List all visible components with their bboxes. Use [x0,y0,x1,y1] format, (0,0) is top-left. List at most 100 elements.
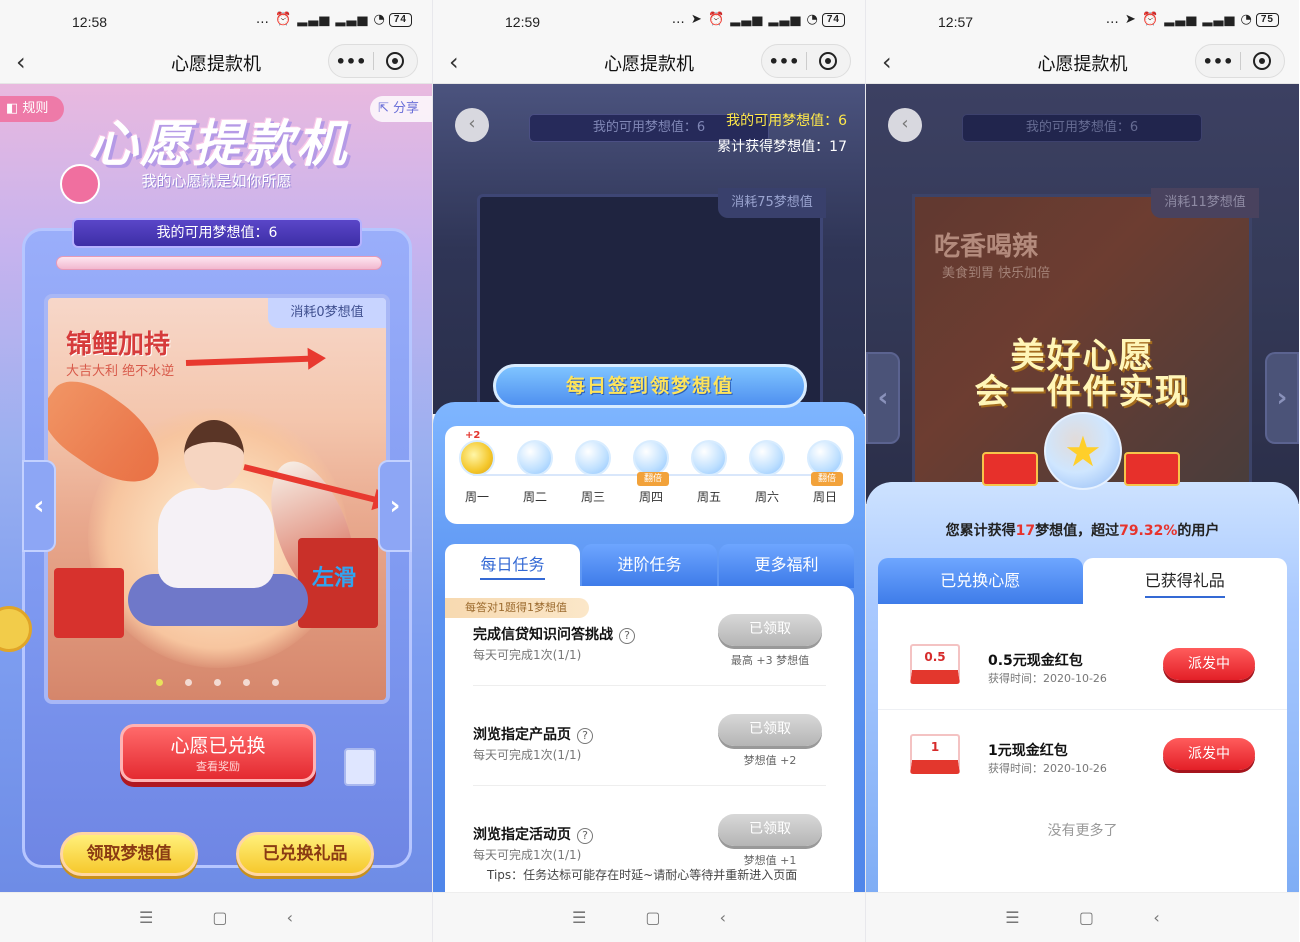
miniapp-capsule: ••• [1195,44,1285,78]
day-label: 周一 [464,490,489,504]
red-envelope-icon: 0.5 [910,644,960,684]
rules-button[interactable]: ◧ 规则 [0,96,64,122]
tab-advanced-tasks[interactable]: 进阶任务 [582,544,717,588]
cost-tag: 消耗0梦想值 [268,298,386,328]
total-dream-value: 累计获得梦想值：17 [717,139,847,155]
back-nav-icon[interactable]: ‹ [720,908,726,927]
back-nav-icon[interactable]: ‹ [287,908,293,927]
help-icon[interactable]: ? [577,728,593,744]
day-thursday: 翻倍 周四 [629,440,673,505]
wish-carousel[interactable]: 消耗0梦想值 锦鲤加持 大吉大利 绝不水逆 左滑 [44,294,390,704]
more-icon[interactable]: ••• [1196,52,1240,71]
envelope-amount: 0.5 [924,650,946,664]
carousel-next-button[interactable]: › [378,460,412,552]
red-envelope-icon: 1 [910,734,960,774]
gift-ball-icon: 翻倍 [807,440,843,486]
tab-more-benefits[interactable]: 更多福利 [719,544,854,588]
wish-headline-2: 会一件件实现 [974,372,1191,412]
home-icon[interactable]: ▢ [645,908,660,927]
summary-prefix: 您累计获得 [945,523,1016,539]
nav-bar: ‹ 心愿提款机 ••• [433,40,865,84]
carousel-dot[interactable] [271,679,279,686]
status-bar: 12:58 … ⏰ ▂▃▅ ▂▃▅ ◔ 74 [0,0,432,40]
screenshot-collage: 12:58 … ⏰ ▂▃▅ ▂▃▅ ◔ 74 ‹ 心愿提款机 ••• ◧ 规则 … [0,0,1300,942]
gift-ball-icon [517,440,553,476]
status-icons: … ⏰ ▂▃▅ ▂▃▅ ◔ 74 [256,12,412,27]
task-list: 每答对1题得1梦想值 完成信贷知识问答挑战? 每天可完成1次(1/1) 已领取 … [445,586,854,892]
summary-middle: 梦想值，超过 [1035,523,1120,539]
home-icon[interactable]: ▢ [212,908,227,927]
close-miniapp-icon[interactable] [374,52,417,70]
more-icon[interactable]: ••• [762,52,806,71]
carousel-prev-button[interactable]: ‹ [22,460,56,552]
claimed-button[interactable]: 已领取 [718,714,822,746]
rules-label: 规则 [22,101,49,116]
task-name: 浏览指定产品页? [473,724,593,744]
banner-title: 锦鲤加持 [66,330,171,360]
exchanged-gifts-button[interactable]: 已兑换礼品 [236,832,374,876]
envelope-amount: 1 [930,740,940,754]
wish-exchanged-button[interactable]: 心愿已兑换 查看奖励 [120,724,316,782]
gift-item: 0.5 0.5元现金红包 获得时间：2020-10-26 派发中 [878,620,1287,710]
task-name: 完成信贷知识问答挑战? [473,624,635,644]
gift-name: 0.5元现金红包 [988,653,1083,669]
gift-ball-icon [691,440,727,476]
claimed-button[interactable]: 已领取 [718,814,822,846]
get-dream-value-button[interactable]: 领取梦想值 [60,832,198,876]
carousel-dot[interactable] [184,679,192,686]
day-label: 周五 [696,490,721,504]
day-label: 周六 [754,490,779,504]
miniapp-capsule: ••• [761,44,851,78]
tab-daily-tasks[interactable]: 每日任务 [445,544,580,588]
status-bar: 12:59 … ➤ ⏰ ▂▃▅ ▂▃▅ ◔ 74 [433,0,865,40]
available-dream-value: 我的可用梦想值：6 [726,113,847,129]
day-label: 周二 [522,490,547,504]
sign-in-banner: 每日签到领梦想值 [493,364,807,408]
day-label: 周三 [580,490,605,504]
carousel-dot[interactable] [242,679,250,686]
menu-icon[interactable]: ☰ [572,908,586,927]
more-icon[interactable]: ••• [329,52,373,71]
no-more-text: 没有更多了 [1047,823,1118,839]
summary-percentile: 79.32% [1119,523,1178,539]
machine-tube [56,256,382,270]
task-reward: 梦想值 +2 [743,754,797,767]
home-icon[interactable]: ▢ [1079,908,1094,927]
day-tuesday: 周二 [513,440,557,505]
day-saturday: 周六 [745,440,789,505]
task-progress: 每天可完成1次(1/1) [473,848,582,862]
slide-hint-annotation: 左滑 [312,566,357,591]
tips-text: Tips：任务达标可能存在时延~请耐心等待并重新进入页面 [487,868,798,882]
gift-name: 1元现金红包 [988,743,1068,759]
tab-exchanged-wishes[interactable]: 已兑换心愿 [878,558,1083,606]
close-popup-back-button[interactable]: ‹ [888,108,922,142]
help-icon[interactable]: ? [577,828,593,844]
share-button[interactable]: ⇱ 分享 [370,96,432,122]
back-nav-icon[interactable]: ‹ [1153,908,1159,927]
menu-icon[interactable]: ☰ [139,908,153,927]
share-label: 分享 [393,101,420,116]
dispatching-button[interactable]: 派发中 [1163,738,1255,770]
menu-icon[interactable]: ☰ [1005,908,1019,927]
carousel-dot[interactable] [155,679,163,686]
tab-received-gifts[interactable]: 已获得礼品 [1082,558,1287,606]
close-miniapp-icon[interactable] [807,52,850,70]
signal-icons: … ➤ ⏰ ▂▃▅ ▂▃▅ ◔ [1105,12,1253,27]
tab-label: 每日任务 [480,555,545,580]
summary-text: 您累计获得17梦想值，超过79.32%的用户 [866,520,1299,540]
close-miniapp-icon[interactable] [1241,52,1284,70]
system-nav-bar: ☰ ▢ ‹ [0,892,432,942]
status-time: 12:58 [72,14,108,30]
gift-tabs: 已兑换心愿 已获得礼品 [878,558,1287,606]
status-bar: 12:57 … ➤ ⏰ ▂▃▅ ▂▃▅ ◔ 75 [866,0,1299,40]
help-icon[interactable]: ? [619,628,635,644]
close-popup-back-button[interactable]: ‹ [455,108,489,142]
dispatching-button[interactable]: 派发中 [1163,648,1255,680]
cost-tag: 消耗75梦想值 [718,188,826,218]
claimed-button[interactable]: 已领取 [718,614,822,646]
carousel-dot[interactable] [213,679,221,686]
phone-gifts: 12:57 … ➤ ⏰ ▂▃▅ ▂▃▅ ◔ 75 ‹ 心愿提款机 ••• 我的可… [866,0,1299,942]
gift-ball-icon [575,440,611,476]
task-item: 浏览指定产品页? 每天可完成1次(1/1) 已领取 梦想值 +2 [445,686,854,786]
slogan: 我的心愿就是如你所愿 [141,172,292,190]
